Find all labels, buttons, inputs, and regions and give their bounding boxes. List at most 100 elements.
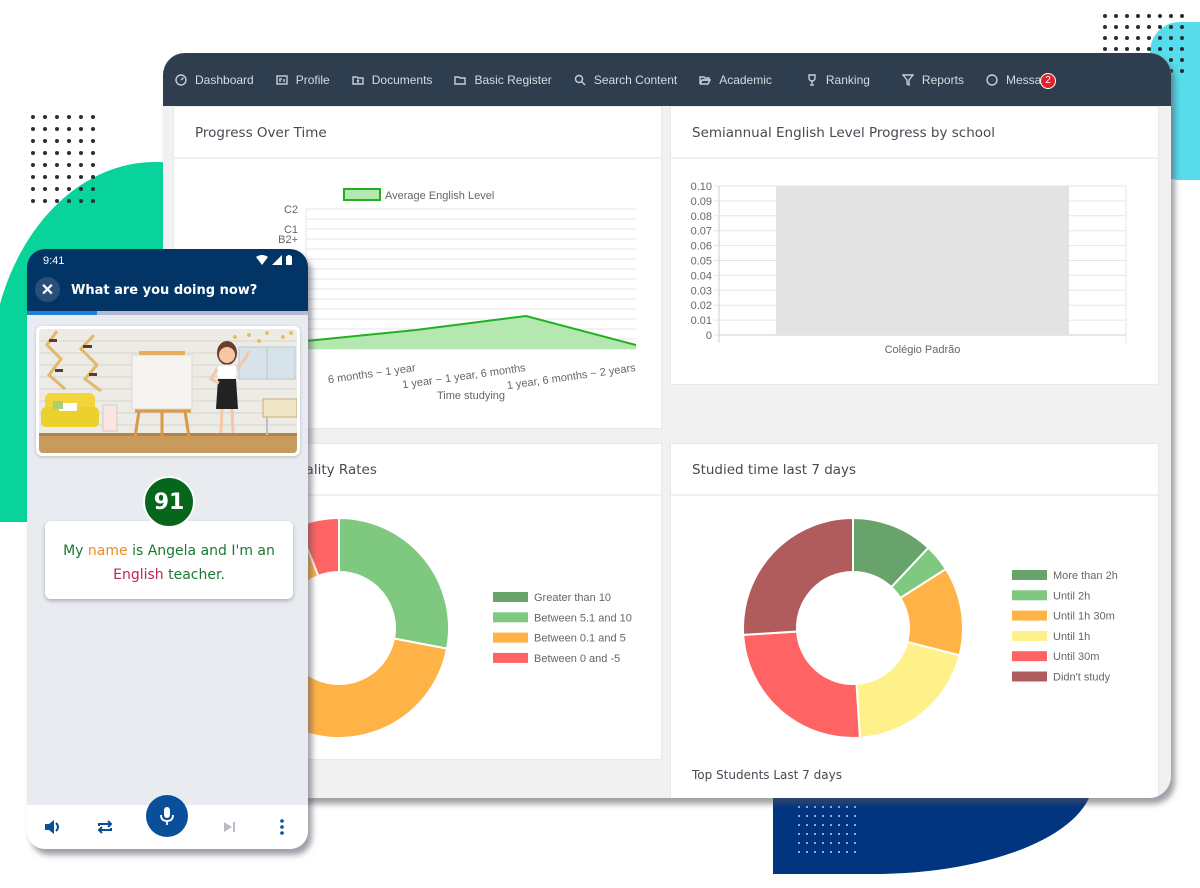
dot xyxy=(1180,36,1184,40)
dot xyxy=(854,806,856,808)
dot xyxy=(838,833,840,835)
dot xyxy=(1114,14,1118,18)
legend-label: Average English Level xyxy=(385,190,494,202)
donut-slice xyxy=(855,640,961,739)
dot xyxy=(1147,36,1151,40)
nav-profile[interactable]: Profile xyxy=(276,73,330,87)
nav-documents[interactable]: Documents xyxy=(352,73,432,87)
dot xyxy=(814,833,816,835)
dot xyxy=(822,815,824,817)
dot xyxy=(798,842,800,844)
dot xyxy=(55,151,59,155)
dot xyxy=(43,151,47,155)
dot xyxy=(806,806,808,808)
nav-messages[interactable]: Messag 2 xyxy=(986,72,1056,89)
nav-label: Search Content xyxy=(593,72,678,87)
legend-swatch xyxy=(1012,630,1047,641)
folder-open-icon xyxy=(699,74,712,86)
speaker-icon[interactable] xyxy=(43,817,63,837)
nav-label: Dashboard xyxy=(195,72,254,87)
nav-academic[interactable]: Academic xyxy=(699,73,772,87)
dot xyxy=(43,199,47,203)
dot xyxy=(806,815,808,817)
dot xyxy=(1136,25,1140,29)
y-tick-label: 0.03 xyxy=(691,285,712,297)
dot xyxy=(91,163,95,167)
nav-ranking[interactable]: Ranking xyxy=(806,73,870,87)
dot xyxy=(822,806,824,808)
dot xyxy=(1136,14,1140,18)
dot xyxy=(91,115,95,119)
legend-swatch xyxy=(493,652,528,663)
dot xyxy=(43,139,47,143)
dot xyxy=(1103,25,1107,29)
classroom-illustration xyxy=(39,329,297,453)
dot xyxy=(43,163,47,167)
dot xyxy=(830,815,832,817)
dot xyxy=(1169,58,1173,62)
dot xyxy=(43,187,47,191)
battery-icon xyxy=(286,255,292,265)
repeat-icon[interactable] xyxy=(95,817,115,837)
studied-time-donut-chart: More than 2h Until 2h Until 1h 30m Until 1h… xyxy=(742,516,1118,739)
nav-search-content[interactable]: Search Content xyxy=(574,73,677,87)
phone-header: 9:41 ✕ What are you doing now? xyxy=(27,249,308,311)
dot xyxy=(1147,25,1151,29)
dot xyxy=(91,151,95,155)
dot xyxy=(1169,14,1173,18)
dot xyxy=(846,833,848,835)
nav-label: Reports xyxy=(921,72,964,87)
legend-swatch xyxy=(493,592,528,602)
dot xyxy=(1125,14,1129,18)
lesson-progress-fill xyxy=(27,311,98,315)
dot xyxy=(31,163,35,167)
decorative-dots xyxy=(798,806,856,853)
legend-swatch xyxy=(1012,610,1047,621)
dot xyxy=(67,187,71,191)
sentence-word: is Angela and I'm an xyxy=(127,543,275,559)
more-vertical-icon[interactable] xyxy=(272,817,292,837)
nav-basic-register[interactable]: Basic Register xyxy=(454,73,552,87)
legend-label: Until 1h 30m xyxy=(1053,611,1115,623)
skip-next-icon[interactable] xyxy=(220,817,240,837)
y-tick-label: 0.02 xyxy=(691,300,712,312)
dot xyxy=(67,127,71,131)
dot xyxy=(67,139,71,143)
dot xyxy=(806,833,808,835)
studied-time-card: Studied time last 7 days More than 2h Unt… xyxy=(670,443,1159,798)
dot xyxy=(1169,25,1173,29)
search-icon xyxy=(574,74,586,86)
nav-dashboard[interactable]: Dashboard xyxy=(175,73,254,87)
status-icons xyxy=(256,255,292,265)
nav-reports[interactable]: Reports xyxy=(901,72,964,87)
y-tick-label: 0.04 xyxy=(691,270,712,282)
dot xyxy=(838,851,840,853)
dot xyxy=(1180,47,1184,51)
dot xyxy=(1180,14,1184,18)
donut-slice xyxy=(742,630,861,739)
x-axis-title: Time studying xyxy=(437,390,505,402)
dot xyxy=(55,175,59,179)
dot xyxy=(79,199,83,203)
dot xyxy=(838,806,840,808)
dot xyxy=(67,115,71,119)
dot xyxy=(806,842,808,844)
donut-slice xyxy=(742,516,854,636)
id-card-icon xyxy=(276,74,288,86)
dot xyxy=(854,815,856,817)
lesson-progress-bar xyxy=(27,311,308,315)
y-tick-label: 0.10 xyxy=(691,181,712,193)
microphone-button[interactable] xyxy=(146,795,189,837)
legend-swatch xyxy=(1012,671,1047,682)
legend-label: Didn't study xyxy=(1053,672,1111,684)
dot xyxy=(814,815,816,817)
dot xyxy=(830,851,832,853)
legend-swatch xyxy=(343,188,381,201)
dot xyxy=(1169,36,1173,40)
dot xyxy=(55,187,59,191)
bar xyxy=(775,186,1070,335)
legend-label: Between 0 and -5 xyxy=(534,653,620,665)
donut-slice xyxy=(338,516,450,650)
lesson-title: What are you doing now? xyxy=(71,283,258,298)
close-button[interactable]: ✕ xyxy=(35,277,60,302)
